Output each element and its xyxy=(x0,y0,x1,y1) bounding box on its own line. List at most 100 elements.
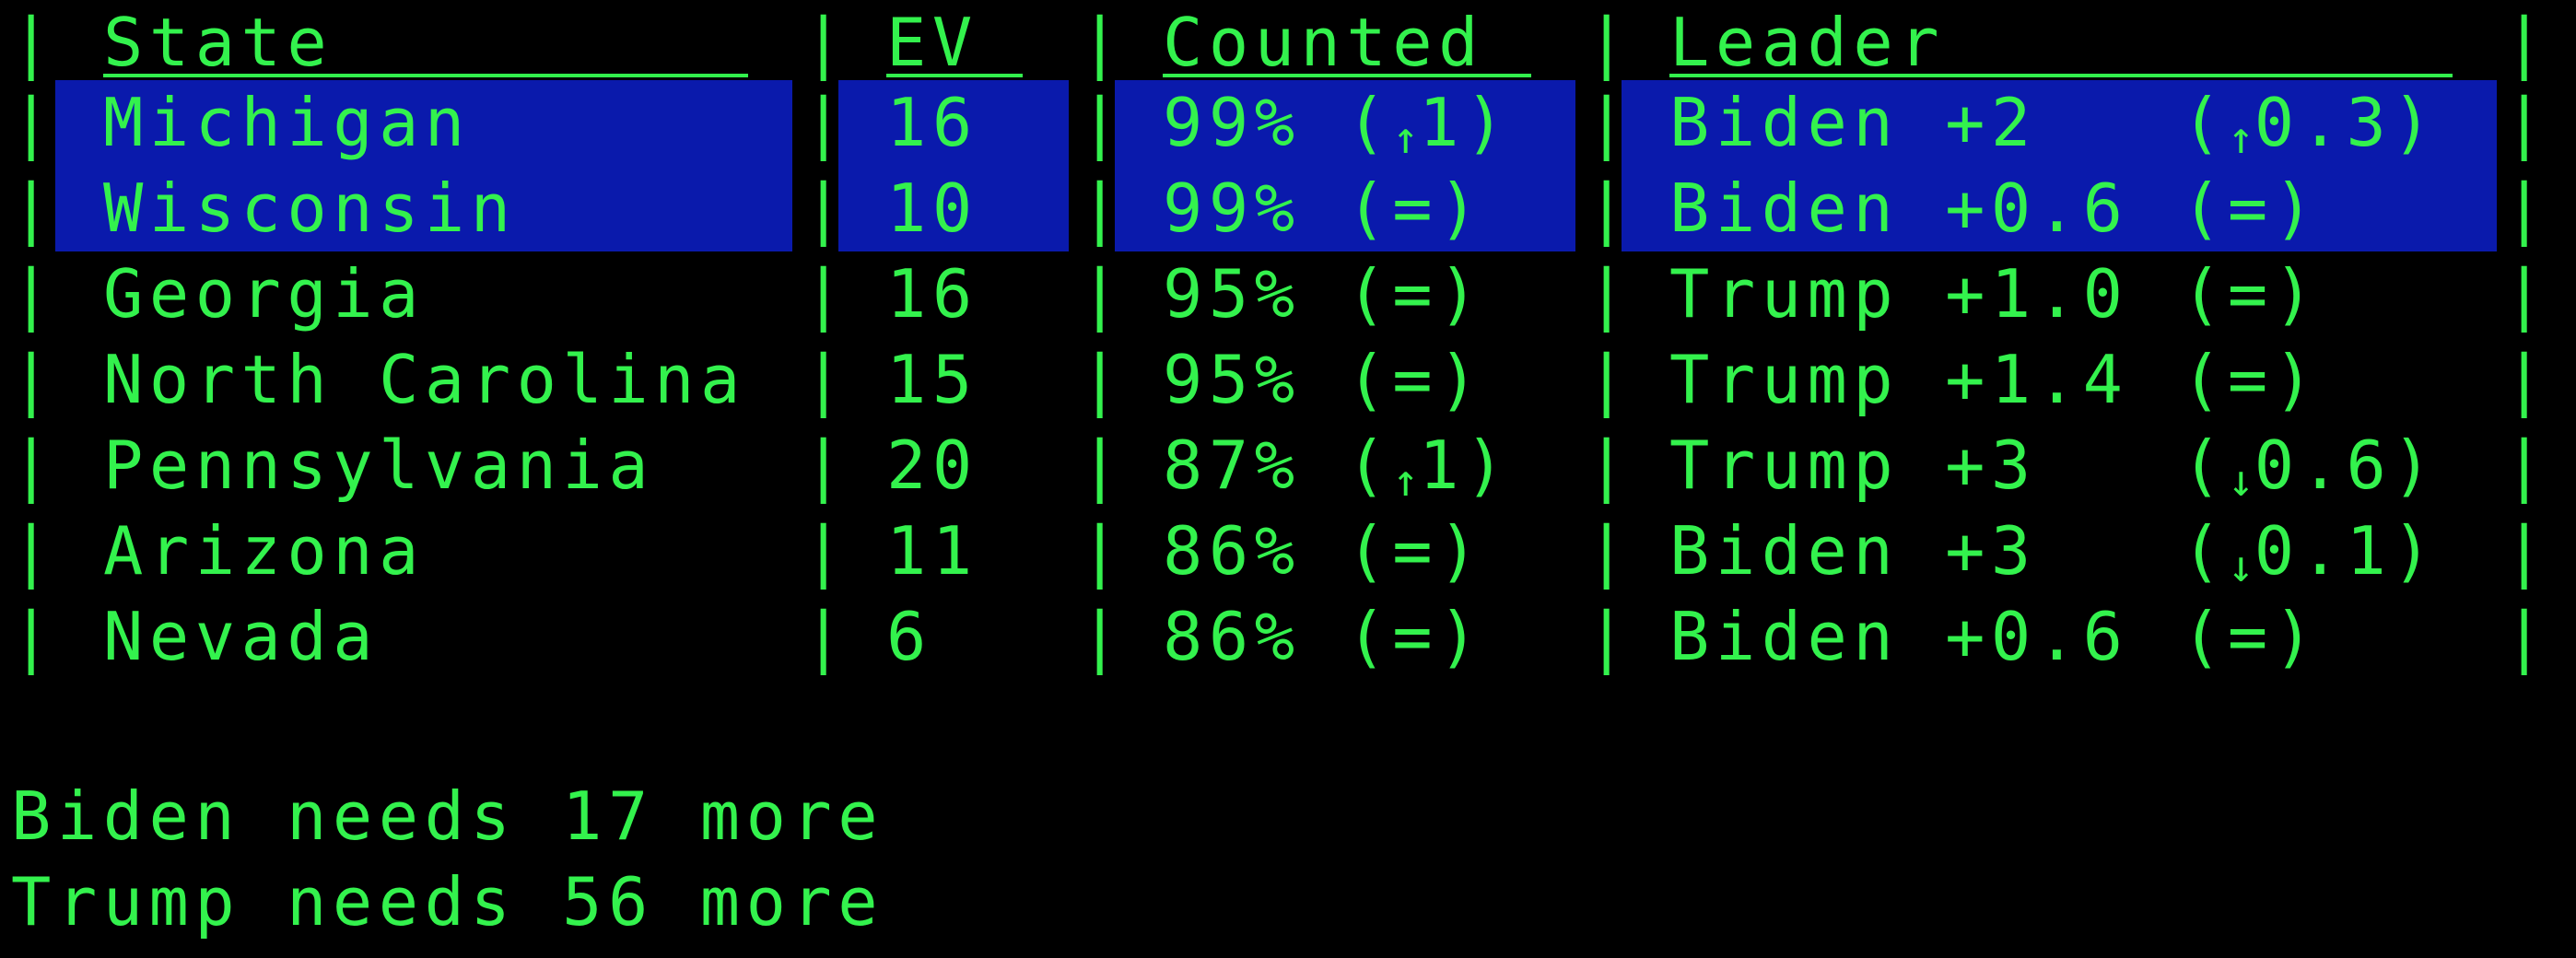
leader-delta-open: (=) xyxy=(2182,169,2320,247)
header-counted-underline xyxy=(1163,74,1531,77)
column-separator: | xyxy=(1587,341,1627,418)
column-separator: | xyxy=(803,255,844,333)
cell-counted: 86% (=) xyxy=(1163,508,1484,594)
counted-delta: (=) xyxy=(1346,341,1484,418)
counted-delta: (=) xyxy=(1346,512,1484,590)
cell-ev: 16 xyxy=(886,255,978,333)
column-separator: | xyxy=(11,426,52,504)
header-state-underline xyxy=(103,74,748,77)
column-separator: | xyxy=(1080,84,1120,161)
cell-counted: 87% (↑1) xyxy=(1163,423,1511,517)
column-separator: | xyxy=(803,169,844,247)
column-separator: | xyxy=(2504,255,2545,333)
leader-delta: (↓0.6) xyxy=(2182,423,2438,517)
column-separator: | xyxy=(1587,426,1627,504)
leader-delta-open: (=) xyxy=(2182,255,2320,333)
header-ev-underline xyxy=(886,74,1023,77)
column-separator: | xyxy=(1587,255,1627,333)
cell-ev: 15 xyxy=(886,341,978,418)
arrow-down-icon: ↓ xyxy=(2227,541,2254,592)
column-separator: | xyxy=(803,84,844,161)
cell-state: Georgia xyxy=(103,255,425,333)
cell-state: Michigan xyxy=(103,84,471,161)
cell-counted: 86% (=) xyxy=(1163,594,1484,680)
header-leader-underline xyxy=(1669,74,2453,77)
counted-percent: 87% xyxy=(1163,426,1301,504)
counted-delta: (=) xyxy=(1346,598,1484,675)
counted-percent: 95% xyxy=(1163,341,1301,418)
cell-leader: Biden +0.6 xyxy=(1669,598,2129,675)
table-row: | Wisconsin | 10 | 99% (=) | Biden +0.6 (=) | xyxy=(0,166,2576,251)
cell-state: Pennsylvania xyxy=(103,426,655,504)
table-row: | Pennsylvania | 20 | 87% (↑1) | Trump +3 (↓0.6)… xyxy=(0,423,2576,508)
counted-delta: ( xyxy=(1346,426,1393,504)
column-separator: | xyxy=(2504,598,2545,675)
column-separator: | xyxy=(803,4,844,81)
leader-delta: (↓0.1) xyxy=(2182,508,2438,602)
table-header-row: | State | EV | Counted | Leader | xyxy=(0,0,2576,86)
column-separator: | xyxy=(1080,341,1120,418)
column-separator: | xyxy=(1080,169,1120,247)
column-separator: | xyxy=(1080,4,1120,81)
leader-delta: (=) xyxy=(2182,251,2320,337)
column-separator: | xyxy=(11,341,52,418)
counted-percent: 95% xyxy=(1163,255,1301,333)
column-separator: | xyxy=(803,341,844,418)
biden-needs-text: Biden needs 17 more xyxy=(11,777,884,855)
cell-ev: 10 xyxy=(886,169,978,247)
cell-leader: Biden +3 xyxy=(1669,512,2037,590)
column-separator: | xyxy=(2504,426,2545,504)
cell-leader: Trump +1.4 xyxy=(1669,341,2129,418)
cell-state: Arizona xyxy=(103,512,425,590)
cell-leader: Biden +0.6 xyxy=(1669,169,2129,247)
column-separator: | xyxy=(11,169,52,247)
cell-ev: 20 xyxy=(886,426,978,504)
arrow-up-icon: ↑ xyxy=(1392,455,1420,507)
counted-change: 1) xyxy=(1419,84,1511,161)
arrow-down-icon: ↓ xyxy=(2227,455,2254,507)
column-separator: | xyxy=(2504,84,2545,161)
table-row: | Nevada | 6 | 86% (=) | Biden +0.6 (=) | xyxy=(0,594,2576,680)
leader-change: 0.6) xyxy=(2254,426,2439,504)
cell-leader: Trump +3 xyxy=(1669,426,2037,504)
column-separator: | xyxy=(11,4,52,81)
leader-change: 0.1) xyxy=(2254,512,2439,590)
column-separator: | xyxy=(2504,512,2545,590)
table-row: | North Carolina | 15 | 95% (=) | Trump +1.4 (=)… xyxy=(0,337,2576,423)
cell-counted: 95% (=) xyxy=(1163,337,1484,423)
column-separator: | xyxy=(2504,169,2545,247)
counted-change: 1) xyxy=(1419,426,1511,504)
arrow-up-icon: ↑ xyxy=(1392,112,1420,164)
column-separator: | xyxy=(11,598,52,675)
counted-percent: 86% xyxy=(1163,598,1301,675)
leader-delta-open: ( xyxy=(2182,84,2228,161)
column-separator: | xyxy=(1080,426,1120,504)
table-row: | Arizona | 11 | 86% (=) | Biden +3 (↓0.1) | xyxy=(0,508,2576,594)
leader-delta: (=) xyxy=(2182,594,2320,680)
cell-counted: 99% (=) xyxy=(1163,166,1484,251)
cell-leader: Biden +2 xyxy=(1669,84,2037,161)
table-row: | Georgia | 16 | 95% (=) | Trump +1.0 (=) | xyxy=(0,251,2576,337)
cell-state: Nevada xyxy=(103,598,380,675)
arrow-up-icon: ↑ xyxy=(2227,112,2254,164)
cell-ev: 16 xyxy=(886,84,978,161)
leader-delta-open: ( xyxy=(2182,426,2228,504)
leader-delta-open: (=) xyxy=(2182,598,2320,675)
column-separator: | xyxy=(1080,598,1120,675)
cell-state: North Carolina xyxy=(103,341,746,418)
counted-delta: (=) xyxy=(1346,255,1484,333)
column-separator: | xyxy=(803,598,844,675)
column-separator: | xyxy=(1080,255,1120,333)
column-separator: | xyxy=(11,255,52,333)
cell-ev: 6 xyxy=(886,598,932,675)
counted-percent: 99% xyxy=(1163,84,1301,161)
leader-change: 0.3) xyxy=(2254,84,2439,161)
column-separator: | xyxy=(1587,169,1627,247)
column-separator: | xyxy=(803,426,844,504)
trump-needs-text: Trump needs 56 more xyxy=(11,863,884,940)
cell-state: Wisconsin xyxy=(103,169,517,247)
column-separator: | xyxy=(11,512,52,590)
column-separator: | xyxy=(2504,4,2545,81)
terminal-window: | State | EV | Counted | Leader | | Michi… xyxy=(0,0,2576,958)
column-separator: | xyxy=(1587,4,1627,81)
